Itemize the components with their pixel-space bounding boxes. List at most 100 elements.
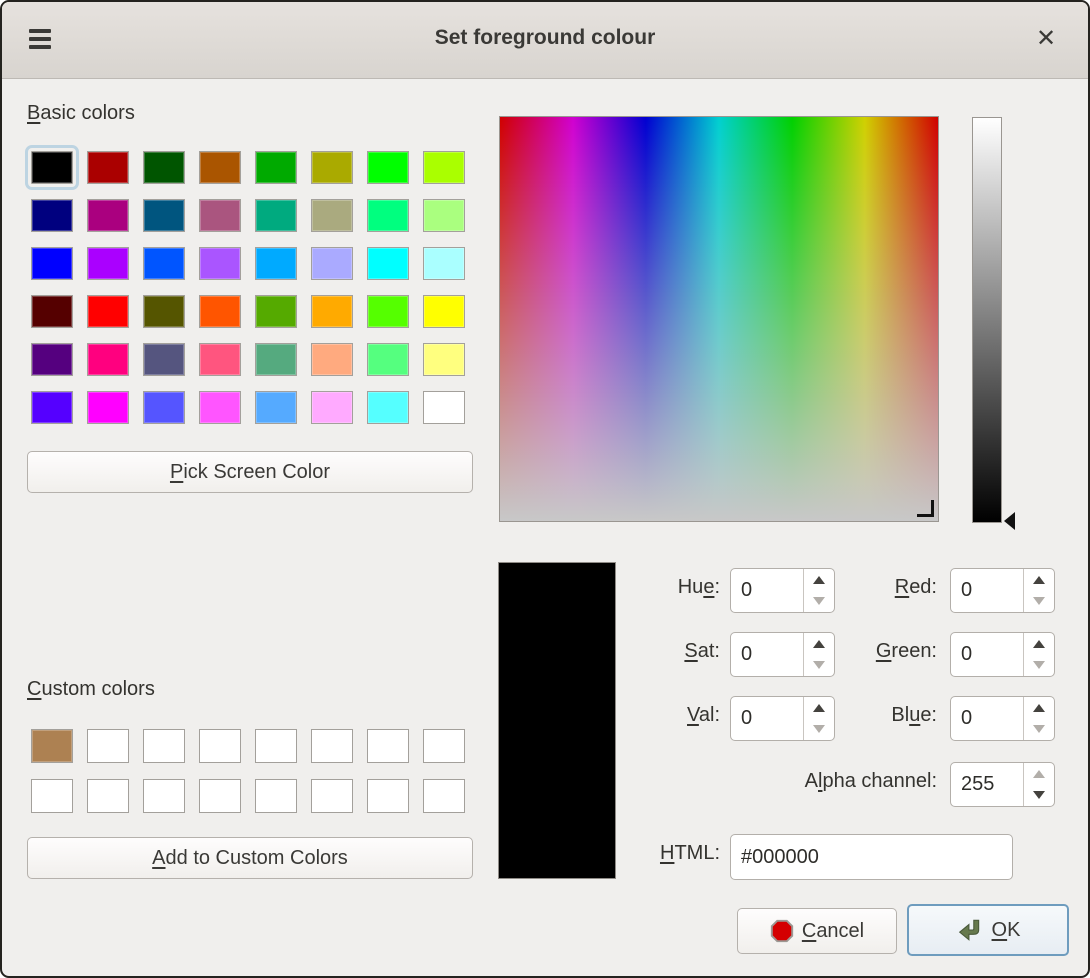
color-swatch[interactable] — [255, 295, 297, 328]
html-input[interactable]: #000000 — [730, 834, 1013, 880]
spin-up-icon[interactable] — [1024, 569, 1054, 591]
color-swatch[interactable] — [87, 295, 129, 328]
color-swatch[interactable] — [367, 247, 409, 280]
hue-saturation-area[interactable] — [499, 116, 939, 522]
color-swatch[interactable] — [367, 391, 409, 424]
color-swatch[interactable] — [143, 343, 185, 376]
color-swatch[interactable] — [255, 343, 297, 376]
spin-up-icon[interactable] — [1024, 763, 1054, 785]
color-swatch[interactable] — [423, 199, 465, 232]
green-value[interactable]: 0 — [951, 633, 1023, 676]
color-swatch[interactable] — [143, 391, 185, 424]
color-swatch[interactable] — [199, 247, 241, 280]
color-swatch[interactable] — [311, 779, 353, 813]
color-swatch[interactable] — [423, 343, 465, 376]
color-swatch[interactable] — [31, 343, 73, 376]
titlebar[interactable]: Set foreground colour ✕ — [2, 2, 1088, 79]
color-swatch[interactable] — [311, 343, 353, 376]
color-swatch[interactable] — [423, 391, 465, 424]
val-label: Val: — [572, 704, 720, 727]
color-swatch[interactable] — [31, 247, 73, 280]
cancel-button[interactable]: Cancel — [737, 908, 897, 954]
color-swatch[interactable] — [143, 199, 185, 232]
color-swatch[interactable] — [87, 199, 129, 232]
blue-label: Blue: — [772, 704, 937, 727]
color-swatch[interactable] — [199, 295, 241, 328]
pick-screen-color-button[interactable]: Pick Screen Color — [27, 451, 473, 493]
color-swatch[interactable] — [199, 391, 241, 424]
add-to-custom-colors-button[interactable]: Add to Custom Colors — [27, 837, 473, 879]
color-swatch[interactable] — [143, 779, 185, 813]
color-swatch[interactable] — [143, 151, 185, 184]
color-swatch[interactable] — [367, 199, 409, 232]
color-swatch[interactable] — [143, 247, 185, 280]
color-swatch[interactable] — [367, 729, 409, 763]
value-slider-arrow[interactable] — [1004, 512, 1015, 530]
color-swatch[interactable] — [199, 199, 241, 232]
color-swatch[interactable] — [311, 199, 353, 232]
basic-colors-heading: Basic colors — [27, 102, 135, 125]
color-swatch[interactable] — [255, 729, 297, 763]
color-swatch[interactable] — [87, 729, 129, 763]
color-swatch[interactable] — [31, 151, 73, 184]
alpha-value[interactable]: 255 — [951, 763, 1023, 806]
red-label: Red: — [772, 576, 937, 599]
custom-colors-heading: Custom colors — [27, 678, 155, 701]
spin-down-icon[interactable] — [1024, 719, 1054, 741]
color-swatch[interactable] — [367, 295, 409, 328]
color-swatch[interactable] — [311, 151, 353, 184]
color-swatch[interactable] — [255, 779, 297, 813]
color-swatch[interactable] — [311, 729, 353, 763]
color-swatch[interactable] — [31, 779, 73, 813]
color-swatch[interactable] — [199, 779, 241, 813]
color-swatch[interactable] — [367, 343, 409, 376]
alpha-spinbox[interactable]: 255 — [950, 762, 1055, 807]
color-swatch[interactable] — [31, 729, 73, 763]
color-swatch[interactable] — [199, 729, 241, 763]
color-dialog: Set foreground colour ✕ Basic colors Pic… — [0, 0, 1090, 978]
color-swatch[interactable] — [423, 151, 465, 184]
spin-down-icon[interactable] — [1024, 591, 1054, 613]
color-swatch[interactable] — [87, 391, 129, 424]
blue-spinbox[interactable]: 0 — [950, 696, 1055, 741]
color-swatch[interactable] — [199, 151, 241, 184]
color-swatch[interactable] — [87, 151, 129, 184]
color-swatch[interactable] — [423, 247, 465, 280]
color-swatch[interactable] — [143, 295, 185, 328]
color-swatch[interactable] — [423, 779, 465, 813]
alpha-label: Alpha channel: — [662, 770, 937, 793]
spin-down-icon[interactable] — [1024, 785, 1054, 807]
color-swatch[interactable] — [255, 391, 297, 424]
color-swatch[interactable] — [255, 151, 297, 184]
color-swatch[interactable] — [143, 729, 185, 763]
color-crosshair[interactable] — [917, 514, 934, 517]
color-swatch[interactable] — [423, 295, 465, 328]
hue-label: Hue: — [572, 576, 720, 599]
green-spinbox[interactable]: 0 — [950, 632, 1055, 677]
color-swatch[interactable] — [31, 295, 73, 328]
color-swatch[interactable] — [311, 247, 353, 280]
red-value[interactable]: 0 — [951, 569, 1023, 612]
red-spinbox[interactable]: 0 — [950, 568, 1055, 613]
color-swatch[interactable] — [31, 199, 73, 232]
color-swatch[interactable] — [255, 247, 297, 280]
color-swatch[interactable] — [87, 247, 129, 280]
color-swatch[interactable] — [311, 391, 353, 424]
spin-up-icon[interactable] — [1024, 633, 1054, 655]
color-swatch[interactable] — [87, 779, 129, 813]
color-swatch[interactable] — [199, 343, 241, 376]
blue-value[interactable]: 0 — [951, 697, 1023, 740]
spin-up-icon[interactable] — [1024, 697, 1054, 719]
color-swatch[interactable] — [367, 779, 409, 813]
close-icon[interactable]: ✕ — [1032, 24, 1060, 54]
ok-button[interactable]: OK — [907, 904, 1069, 956]
spin-down-icon[interactable] — [1024, 655, 1054, 677]
color-swatch[interactable] — [311, 295, 353, 328]
color-swatch[interactable] — [31, 391, 73, 424]
value-slider[interactable] — [972, 117, 1002, 523]
color-swatch[interactable] — [367, 151, 409, 184]
color-swatch[interactable] — [423, 729, 465, 763]
color-swatch[interactable] — [87, 343, 129, 376]
color-swatch[interactable] — [255, 199, 297, 232]
green-label: Green: — [772, 640, 937, 663]
